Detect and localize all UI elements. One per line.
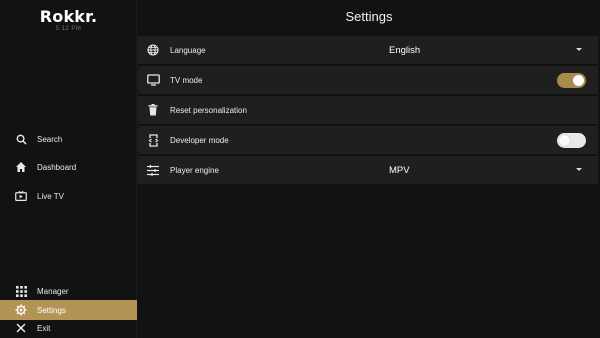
app-logo: Rokkr. — [39, 7, 98, 26]
tv-mode-setting[interactable]: TV mode — [138, 66, 598, 94]
monitor-icon — [146, 73, 160, 87]
sidebar-item-exit[interactable]: Exit — [0, 318, 137, 338]
sidebar-item-search[interactable]: Search — [0, 129, 137, 149]
reset-personalization-setting[interactable]: Reset personalization — [138, 96, 598, 124]
chevron-down-icon[interactable] — [576, 168, 582, 171]
grid-icon — [15, 285, 27, 297]
tv-icon — [15, 190, 27, 202]
settings-panel: Settings Language English TV mode Reset … — [138, 0, 600, 338]
sidebar-item-label: Exit — [37, 323, 51, 333]
language-setting[interactable]: Language English — [138, 36, 598, 64]
sidebar-item-live-tv[interactable]: Live TV — [0, 186, 137, 206]
toggle-knob — [559, 135, 570, 146]
sidebar-item-manager[interactable]: Manager — [0, 281, 137, 301]
developer-icon — [146, 133, 160, 147]
sidebar: Rokkr. 5:12 PM Search Dashboard Live TV … — [0, 0, 137, 338]
language-value: English — [389, 44, 421, 56]
clock: 5:12 PM — [55, 26, 82, 32]
page-title: Settings — [345, 9, 393, 24]
trash-icon — [146, 103, 160, 117]
tv-mode-label: TV mode — [170, 75, 203, 85]
tv-mode-toggle[interactable] — [557, 73, 586, 88]
player-engine-setting[interactable]: Player engine MPV — [138, 156, 598, 184]
player-engine-label: Player engine — [170, 165, 219, 175]
sliders-icon — [146, 163, 160, 177]
sidebar-item-dashboard[interactable]: Dashboard — [0, 157, 137, 177]
language-label: Language — [170, 45, 206, 55]
sidebar-item-label: Dashboard — [37, 162, 77, 172]
developer-mode-setting[interactable]: Developer mode — [138, 126, 598, 154]
search-icon — [15, 133, 27, 145]
close-icon — [15, 322, 27, 334]
toggle-knob — [573, 75, 584, 86]
gear-icon — [15, 304, 27, 316]
globe-icon — [146, 43, 160, 57]
sidebar-item-label: Live TV — [37, 191, 64, 201]
brand: Rokkr. 5:12 PM — [0, 7, 137, 32]
developer-mode-label: Developer mode — [170, 135, 229, 145]
player-engine-value: MPV — [389, 164, 410, 176]
home-icon — [15, 161, 27, 173]
reset-personalization-label: Reset personalization — [170, 105, 247, 115]
sidebar-item-settings[interactable]: Settings — [0, 300, 137, 320]
sidebar-item-label: Settings — [37, 305, 66, 315]
sidebar-item-label: Search — [37, 134, 63, 144]
chevron-down-icon[interactable] — [576, 48, 582, 51]
sidebar-item-label: Manager — [37, 286, 69, 296]
developer-mode-toggle[interactable] — [557, 133, 586, 148]
